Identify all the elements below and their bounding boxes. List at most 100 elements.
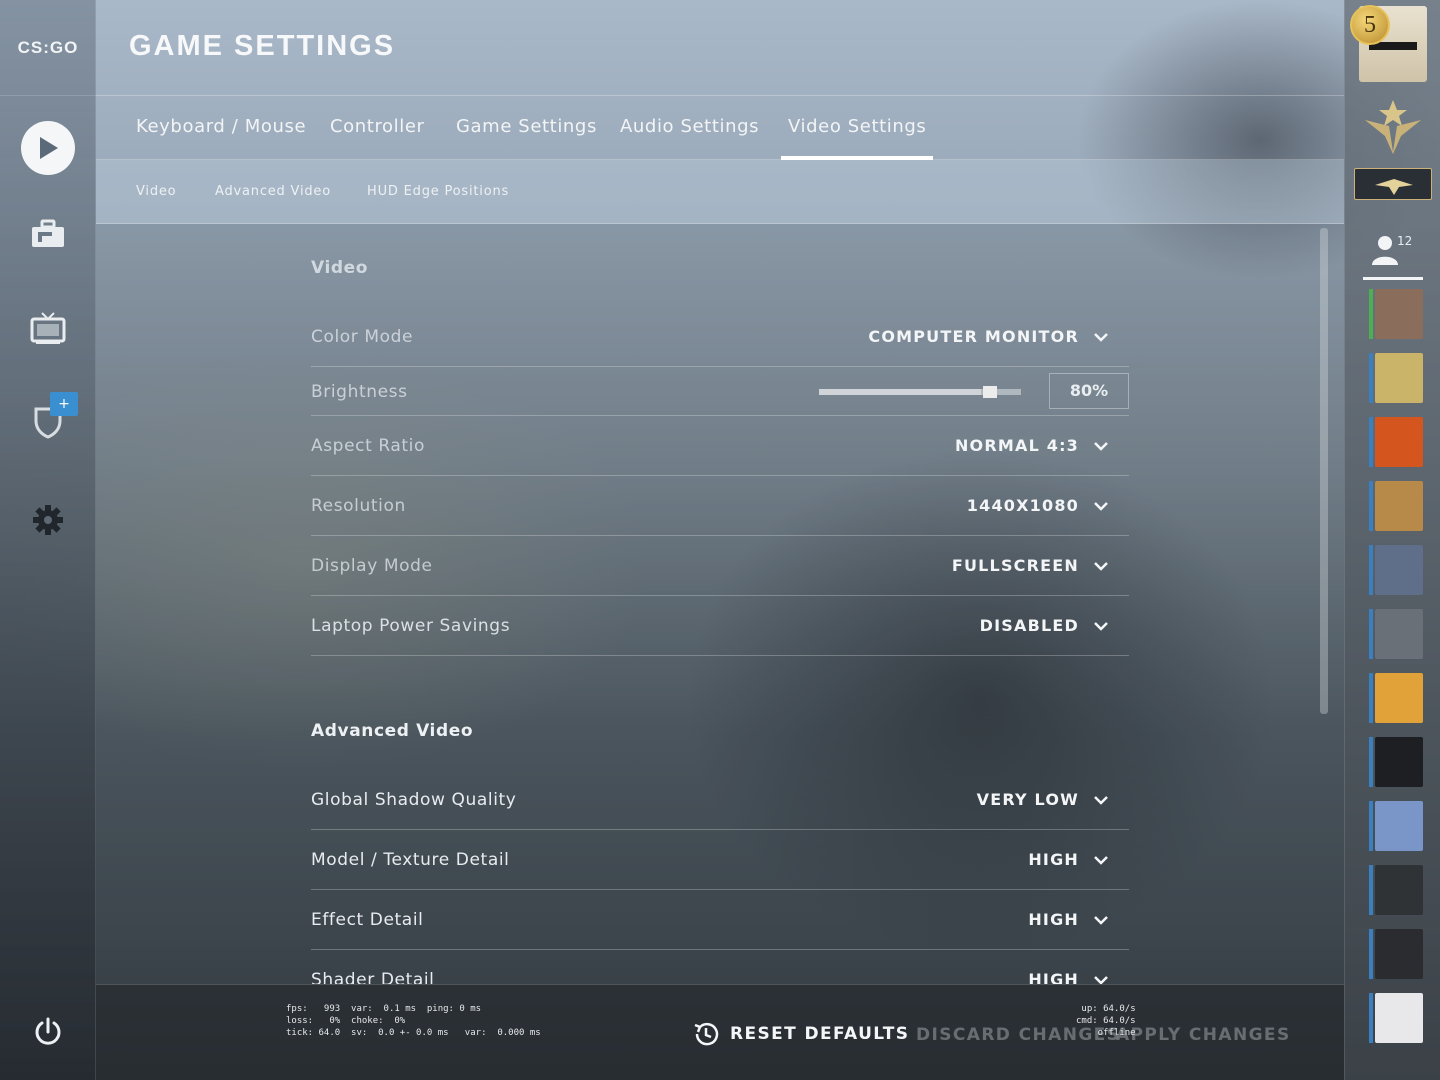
slider-fill (819, 389, 981, 395)
friends-sidebar: 5 12 (1344, 0, 1440, 1080)
friend-avatar-image (1375, 289, 1423, 339)
friend-avatar-image (1375, 993, 1423, 1043)
header: GAME SETTINGS (96, 0, 1344, 96)
friend-avatar-image (1375, 801, 1423, 851)
chevron-down-icon[interactable] (1093, 852, 1109, 868)
subtab-hud-edge-positions[interactable]: HUD Edge Positions (367, 160, 509, 224)
setting-model-texture-detail[interactable]: Model / Texture Detail HIGH (311, 830, 1129, 890)
dropdown-value[interactable]: FULLSCREEN (952, 536, 1079, 596)
briefcase-icon (32, 219, 64, 247)
friend-avatar-image (1375, 353, 1423, 403)
setting-global-shadow-quality[interactable]: Global Shadow Quality VERY LOW (311, 770, 1129, 830)
tab-keyboard-mouse[interactable]: Keyboard / Mouse (129, 96, 313, 160)
footer-bar: fps: 993 var: 0.1 ms ping: 0 ms loss: 0%… (96, 984, 1344, 1080)
friend-avatar-image (1375, 673, 1423, 723)
skill-group-badge[interactable] (1354, 168, 1432, 200)
content-scrollbar[interactable] (1320, 228, 1328, 714)
tab-game-settings[interactable]: Game Settings (449, 96, 604, 160)
friend-avatar[interactable] (1369, 737, 1423, 787)
setting-label: Effect Detail (311, 910, 424, 930)
friends-online-count: 12 (1397, 234, 1413, 248)
slider-thumb[interactable] (982, 386, 997, 398)
setting-label: Shader Detail (311, 970, 435, 984)
setting-laptop-power-savings[interactable]: Laptop Power Savings DISABLED (311, 596, 1129, 656)
setting-aspect-ratio[interactable]: Aspect Ratio NORMAL 4:3 (311, 416, 1129, 476)
setting-label: Global Shadow Quality (311, 790, 517, 810)
friends-button[interactable]: 12 (1363, 222, 1423, 280)
dropdown-value[interactable]: HIGH (1028, 950, 1079, 984)
setting-label: Laptop Power Savings (311, 616, 511, 636)
friend-avatar[interactable] (1369, 481, 1423, 531)
setting-label: Color Mode (311, 327, 414, 347)
setting-effect-detail[interactable]: Effect Detail HIGH (311, 890, 1129, 950)
video-subtabs: Video Advanced Video HUD Edge Positions (96, 160, 1344, 224)
subtab-video[interactable]: Video (136, 160, 176, 224)
tab-audio-settings[interactable]: Audio Settings (613, 96, 766, 160)
level-badge[interactable]: 5 (1350, 5, 1390, 45)
section-title-video: Video (311, 258, 369, 278)
setting-label: Model / Texture Detail (311, 850, 510, 870)
chevron-down-icon[interactable] (1093, 912, 1109, 928)
discard-changes-button[interactable]: DISCARD CHANGES (916, 1025, 1120, 1045)
friend-avatar[interactable] (1369, 929, 1423, 979)
friend-avatar[interactable] (1369, 801, 1423, 851)
apply-changes-button[interactable]: APPLY CHANGES (1116, 1025, 1291, 1045)
setting-display-mode[interactable]: Display Mode FULLSCREEN (311, 536, 1129, 596)
play-icon (21, 121, 75, 175)
reset-defaults-button[interactable]: RESET DEFAULTS (692, 1017, 909, 1051)
power-button[interactable] (18, 1002, 78, 1062)
power-icon (35, 1017, 61, 1045)
subtab-advanced-video[interactable]: Advanced Video (215, 160, 331, 224)
tab-video-settings[interactable]: Video Settings (781, 96, 934, 160)
eagle-icon (1375, 179, 1413, 195)
setting-resolution[interactable]: Resolution 1440X1080 (311, 476, 1129, 536)
friend-avatar[interactable] (1369, 609, 1423, 659)
dropdown-value[interactable]: HIGH (1028, 890, 1079, 950)
chevron-down-icon[interactable] (1093, 498, 1109, 514)
friend-avatar-image (1375, 609, 1423, 659)
chevron-down-icon[interactable] (1093, 329, 1109, 345)
settings-content: Video Color Mode COMPUTER MONITOR Bright… (96, 224, 1344, 984)
friend-avatar[interactable] (1369, 993, 1423, 1043)
friend-avatar-image (1375, 865, 1423, 915)
setting-color-mode[interactable]: Color Mode COMPUTER MONITOR (311, 307, 1129, 367)
dropdown-value[interactable]: NORMAL 4:3 (955, 416, 1079, 476)
chevron-down-icon[interactable] (1093, 618, 1109, 634)
dropdown-value[interactable]: DISABLED (980, 596, 1079, 656)
friend-avatar-image (1375, 481, 1423, 531)
chevron-down-icon[interactable] (1093, 558, 1109, 574)
friend-avatar[interactable] (1369, 417, 1423, 467)
friend-avatar-image (1375, 545, 1423, 595)
inventory-button[interactable] (18, 204, 78, 264)
setting-label: Display Mode (311, 556, 433, 576)
tab-controller[interactable]: Controller (323, 96, 432, 160)
chevron-down-icon[interactable] (1093, 792, 1109, 808)
watch-button[interactable] (18, 298, 78, 358)
dropdown-value[interactable]: 1440X1080 (967, 476, 1079, 536)
friend-avatar[interactable] (1369, 545, 1423, 595)
setting-label: Aspect Ratio (311, 436, 425, 456)
friend-avatar[interactable] (1369, 353, 1423, 403)
friend-avatar[interactable] (1369, 289, 1423, 339)
brightness-slider[interactable] (819, 386, 1021, 398)
csgo-logo[interactable]: CS:GO (0, 0, 96, 96)
new-badge: + (50, 392, 78, 416)
netgraph-left: fps: 993 var: 0.1 ms ping: 0 ms loss: 0%… (286, 1004, 541, 1038)
eagle-rank-icon[interactable] (1361, 96, 1425, 158)
settings-button[interactable] (18, 490, 78, 550)
chevron-down-icon[interactable] (1093, 972, 1109, 984)
friend-avatar[interactable] (1369, 673, 1423, 723)
history-icon (694, 1022, 719, 1046)
dropdown-value[interactable]: COMPUTER MONITOR (868, 307, 1079, 367)
friend-avatar[interactable] (1369, 865, 1423, 915)
dropdown-value[interactable]: VERY LOW (977, 770, 1079, 830)
chevron-down-icon[interactable] (1093, 438, 1109, 454)
friend-avatar-image (1375, 737, 1423, 787)
friend-avatar-image (1375, 417, 1423, 467)
setting-shader-detail[interactable]: Shader Detail HIGH (311, 950, 1129, 984)
brightness-value-field[interactable]: 80% (1049, 373, 1129, 409)
tv-icon (30, 312, 66, 344)
gear-icon (33, 505, 63, 535)
play-button[interactable] (18, 118, 78, 178)
dropdown-value[interactable]: HIGH (1028, 830, 1079, 890)
